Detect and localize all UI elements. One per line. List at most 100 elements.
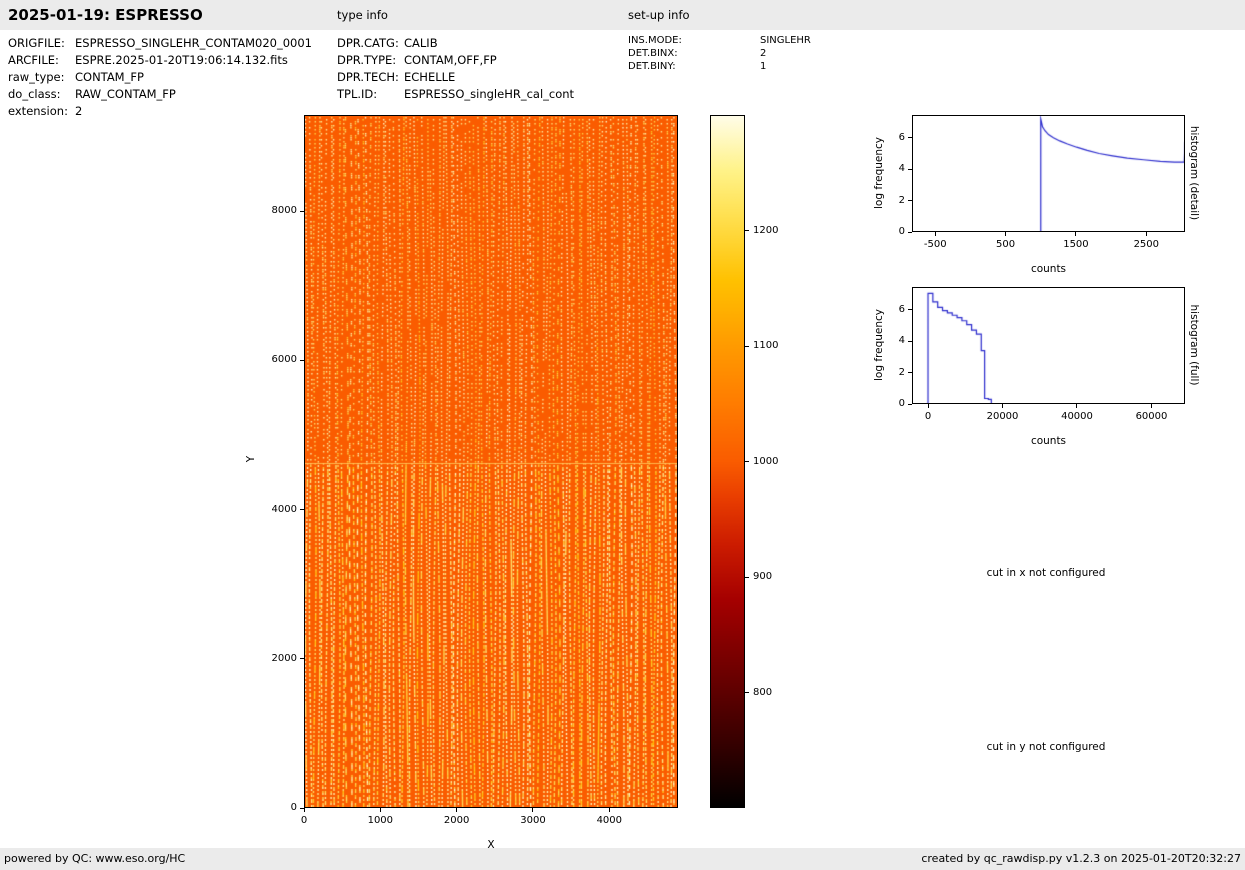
x-tick-label: 2500 xyxy=(1133,239,1160,250)
histogram-full-plot xyxy=(912,287,1185,404)
qc-report-page: 2025-01-19: ESPRESSO type info set-up in… xyxy=(0,0,1245,870)
colorbar-tick-label: 800 xyxy=(753,686,773,698)
info-value: ESPRESSO_SINGLEHR_CONTAM020_0001 xyxy=(75,36,312,50)
y-tick-mark xyxy=(908,340,912,342)
x-tick-mark xyxy=(379,808,381,812)
y-tick-mark xyxy=(908,231,912,233)
y-tick-label: 0 xyxy=(290,802,297,813)
y-axis-label: Y xyxy=(245,455,257,463)
colorbar-tick-label: 900 xyxy=(753,571,773,582)
x-tick-mark xyxy=(1002,404,1003,408)
x-tick-mark xyxy=(456,808,458,812)
hist-full-side-label: histogram (full) xyxy=(1188,304,1200,386)
info-label: DPR.CATG: xyxy=(337,36,399,50)
top-header-bar: 2025-01-19: ESPRESSO type info set-up in… xyxy=(0,0,1245,30)
y-tick-mark xyxy=(908,372,912,374)
hist-detail-side-label: histogram (detail) xyxy=(1188,125,1200,221)
detector-image xyxy=(304,115,678,808)
info-label: INS.MODE: xyxy=(628,35,682,46)
colorbar-tick-mark xyxy=(745,461,749,462)
info-value: CALIB xyxy=(404,36,438,50)
setup-info-heading: set-up info xyxy=(628,8,690,22)
info-row-ins-mode: INS.MODE: SINGLEHR xyxy=(628,34,811,48)
info-row-tpl-id: TPL.ID: ESPRESSO_singleHR_cal_cont xyxy=(337,87,574,101)
info-row-arcfile: ARCFILE: ESPRE.2025-01-20T19:06:14.132.fi… xyxy=(8,53,288,67)
info-label: ORIGFILE: xyxy=(8,36,65,50)
info-label: do_class: xyxy=(8,87,61,101)
info-value: 2 xyxy=(760,48,767,59)
info-label: DPR.TYPE: xyxy=(337,53,397,67)
info-row-dpr-type: DPR.TYPE: CONTAM,OFF,FP xyxy=(337,53,497,67)
footer-created-by: created by qc_rawdisp.py v1.2.3 on 2025-… xyxy=(921,852,1241,865)
y-tick-mark xyxy=(300,359,304,361)
x-tick-mark xyxy=(1076,404,1078,408)
cut-y-message: cut in y not configured xyxy=(986,741,1106,753)
x-tick-mark xyxy=(303,808,305,812)
info-value: ECHELLE xyxy=(404,70,456,84)
info-value: ESPRE.2025-01-20T19:06:14.132.fits xyxy=(75,53,288,67)
y-tick-mark xyxy=(908,168,912,170)
y-tick-label: 6 xyxy=(898,303,905,315)
x-tick-label: 0 xyxy=(300,815,308,826)
y-tick-mark xyxy=(908,137,912,139)
info-label: DET.BINY: xyxy=(628,61,676,72)
info-row-det-binx: DET.BINX: 2 xyxy=(628,47,766,61)
x-tick-label: 40000 xyxy=(1061,411,1093,422)
x-tick-label: 0 xyxy=(924,411,932,422)
info-label: DET.BINX: xyxy=(628,48,678,59)
y-tick-mark xyxy=(908,403,912,405)
y-tick-label: 0 xyxy=(898,226,905,237)
x-tick-mark xyxy=(927,404,929,408)
page-title: 2025-01-19: ESPRESSO xyxy=(8,6,203,24)
y-tick-label: 6 xyxy=(898,131,905,143)
type-info-heading: type info xyxy=(337,8,388,22)
cut-x-message: cut in x not configured xyxy=(986,567,1106,579)
x-tick-label: 3000 xyxy=(520,815,546,826)
info-label: ARCFILE: xyxy=(8,53,59,67)
info-row-do-class: do_class: RAW_CONTAM_FP xyxy=(8,87,176,101)
y-tick-label: 4 xyxy=(898,163,905,175)
colorbar-tick-mark xyxy=(745,576,749,578)
info-value: CONTAM_FP xyxy=(75,70,144,84)
x-tick-label: 1500 xyxy=(1063,239,1089,250)
info-label: DPR.TECH: xyxy=(337,70,399,84)
x-tick-mark xyxy=(934,232,936,236)
info-row-raw-type: raw_type: CONTAM_FP xyxy=(8,70,144,84)
x-tick-mark xyxy=(1005,232,1007,236)
y-tick-mark xyxy=(300,509,304,511)
footer-powered-by: powered by QC: www.eso.org/HC xyxy=(4,852,186,865)
hist-detail-xlabel: counts xyxy=(1030,263,1067,275)
y-tick-label: 2 xyxy=(898,194,905,206)
y-tick-mark xyxy=(300,210,304,212)
x-tick-label: 4000 xyxy=(596,815,623,826)
info-row-extension: extension: 2 xyxy=(8,104,82,118)
y-tick-label: 4 xyxy=(898,335,905,347)
x-tick-mark xyxy=(532,808,534,812)
info-label: raw_type: xyxy=(8,70,65,84)
y-tick-label: 6000 xyxy=(271,354,297,366)
info-value: ESPRESSO_singleHR_cal_cont xyxy=(404,87,575,101)
colorbar xyxy=(710,115,745,808)
colorbar-tick-label: 1000 xyxy=(753,455,779,467)
colorbar-tick-label: 1200 xyxy=(753,224,779,236)
y-tick-label: 2 xyxy=(898,366,905,378)
x-tick-mark xyxy=(1145,232,1147,236)
info-value: 2 xyxy=(75,104,83,118)
x-tick-mark xyxy=(1150,404,1152,408)
info-value: CONTAM,OFF,FP xyxy=(404,53,497,67)
colorbar-tick-mark xyxy=(745,230,749,231)
y-tick-mark xyxy=(908,309,912,311)
hist-full-xlabel: counts xyxy=(1030,435,1067,447)
info-label: TPL.ID: xyxy=(337,87,378,101)
y-tick-label: 2000 xyxy=(271,652,297,664)
info-label: extension: xyxy=(8,104,68,118)
x-tick-mark xyxy=(608,808,610,812)
x-tick-mark xyxy=(1075,232,1077,236)
y-tick-label: 0 xyxy=(898,398,905,409)
y-tick-mark xyxy=(908,200,912,202)
info-row-origfile: ORIGFILE: ESPRESSO_SINGLEHR_CONTAM020_000… xyxy=(8,36,312,50)
info-row-det-biny: DET.BINY: 1 xyxy=(628,60,766,74)
info-row-dpr-catg: DPR.CATG: CALIB xyxy=(337,36,438,50)
y-tick-mark xyxy=(300,658,304,660)
x-tick-label: 60000 xyxy=(1135,411,1168,422)
